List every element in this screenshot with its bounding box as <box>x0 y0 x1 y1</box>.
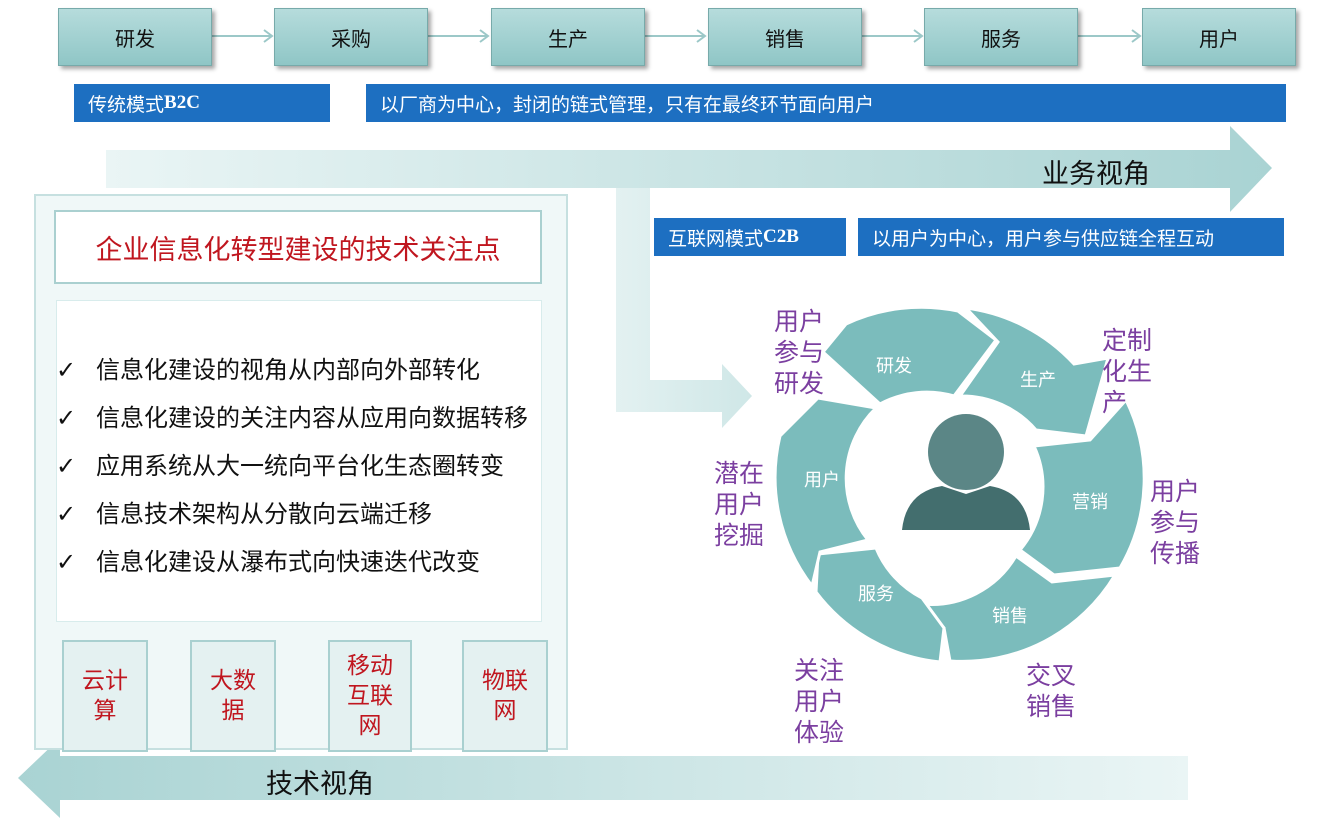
outer-label-user-experience: 关注用户体验 <box>794 656 845 747</box>
user-avatar-icon <box>902 414 1030 530</box>
outer-label-custom-production: 定制化生产 <box>1102 326 1153 417</box>
cycle-label-rd: 研发 <box>876 356 912 377</box>
outer-label-cross-sales: 交叉销售 <box>1026 661 1077 721</box>
cycle-label-user: 用户 <box>804 470 840 491</box>
cycle-label-production: 生产 <box>1020 370 1056 391</box>
cycle-label-sales: 销售 <box>992 606 1028 627</box>
outer-label-user-spread: 用户参与传播 <box>1150 477 1201 568</box>
cycle-label-service: 服务 <box>858 584 894 605</box>
outer-label-user-rd: 用户参与研发 <box>774 307 825 398</box>
outer-label-potential-users: 潜在用户挖掘 <box>714 459 765 550</box>
cycle-label-marketing: 营销 <box>1072 492 1108 513</box>
